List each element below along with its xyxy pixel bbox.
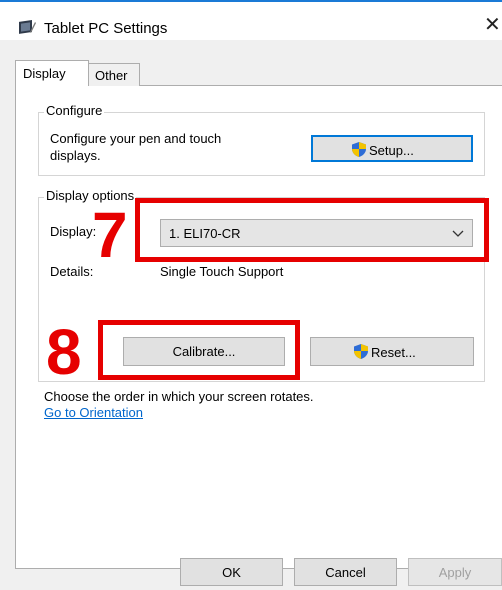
ok-button-label: OK [222,565,241,580]
annotation-box-display-select [135,198,489,262]
apply-button-label: Apply [438,565,472,580]
window-title: Tablet PC Settings [44,20,168,37]
uac-shield-icon [354,344,368,359]
tab-other[interactable]: Other [88,63,140,86]
details-value: Single Touch Support [160,264,284,279]
go-to-orientation-link[interactable]: Go to Orientation [44,405,143,420]
reset-button[interactable]: Reset... [310,337,474,366]
annotation-marker-8: 8 [46,316,82,388]
uac-shield-icon [352,142,366,157]
tab-display-label: Display [23,66,66,81]
cancel-button-label: Cancel [325,565,366,580]
configure-description-line1: Configure your pen and touch [50,131,222,146]
annotation-box-calibrate [98,320,300,380]
configure-group-label: Configure [44,103,105,118]
close-icon[interactable]: ✕ [484,15,501,35]
setup-button-label: Setup... [369,143,414,158]
reset-button-label: Reset... [371,345,416,360]
orientation-text: Choose the order in which your screen ro… [44,389,314,404]
tablet-settings-icon [19,20,36,34]
ok-button[interactable]: OK [180,558,283,586]
tab-display[interactable]: Display [15,60,89,86]
configure-description-line2: displays. [50,148,101,163]
setup-button[interactable]: Setup... [311,135,473,162]
annotation-marker-7: 7 [92,199,128,271]
tab-other-label: Other [95,68,128,83]
apply-button[interactable]: Apply [408,558,502,586]
display-label: Display: [50,224,97,239]
cancel-button[interactable]: Cancel [294,558,397,586]
details-label: Details: [50,264,94,279]
